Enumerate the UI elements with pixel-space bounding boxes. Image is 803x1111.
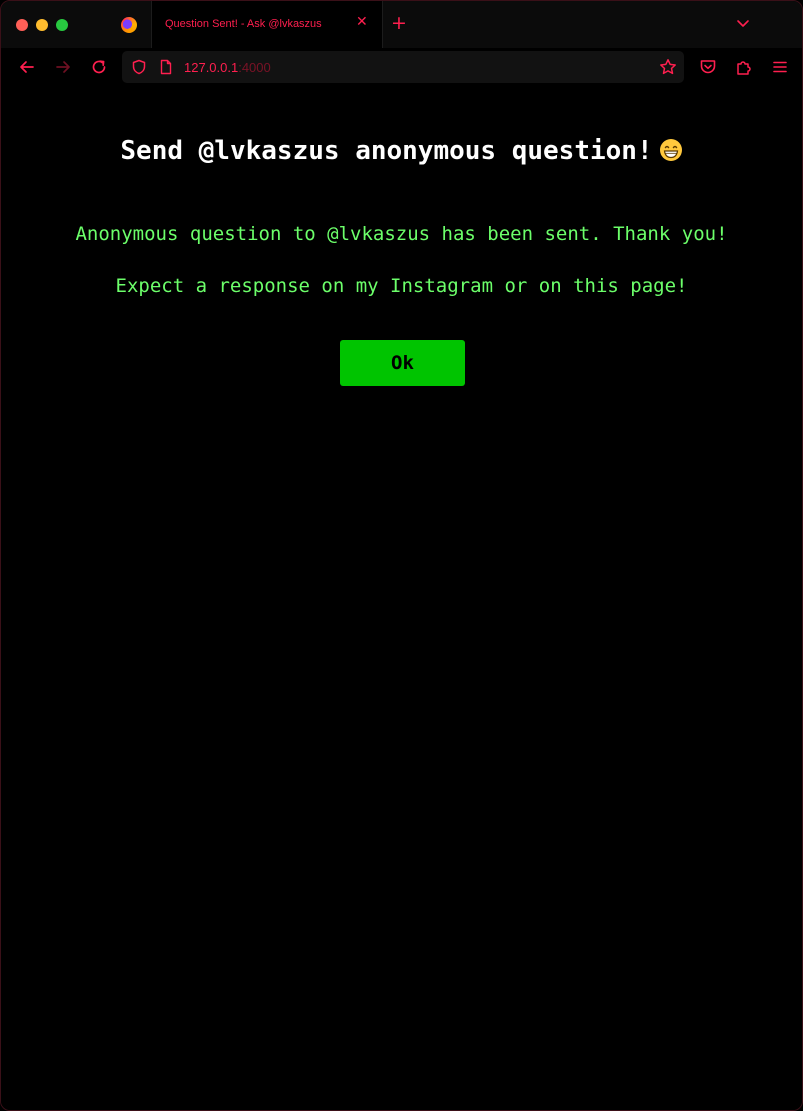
grinning-face-emoji-icon [659,139,682,161]
shield-icon[interactable] [131,59,147,75]
tab-title: Question Sent! - Ask @lvkaszus [165,18,322,30]
extensions-icon[interactable] [735,58,753,76]
window-close-button[interactable] [16,19,28,31]
firefox-icon [121,17,137,33]
tab-list-chevron-icon[interactable] [735,16,751,32]
ok-button[interactable]: Ok [340,340,465,386]
url-bar[interactable]: 127.0.0.1:4000 [122,51,684,83]
browser-window: Question Sent! - Ask @lvkaszus ✕ + 127.0 [0,0,803,1111]
tab-close-icon[interactable]: ✕ [356,15,368,29]
tab-bar: Question Sent! - Ask @lvkaszus ✕ + [1,1,802,48]
reload-icon[interactable] [90,58,108,76]
page-icon[interactable] [159,59,173,75]
back-icon[interactable] [18,58,36,76]
pocket-icon[interactable] [699,58,717,76]
url-host: 127.0.0.1 [184,60,239,75]
url-port: :4000 [238,60,271,75]
url-text[interactable]: 127.0.0.1:4000 [184,60,271,75]
response-expectation-text: Expect a response on my Instagram or on … [115,275,688,297]
navigation-toolbar: 127.0.0.1:4000 [1,48,802,88]
forward-icon[interactable] [54,58,72,76]
tab-active[interactable]: Question Sent! - Ask @lvkaszus ✕ [151,1,383,48]
bookmark-star-icon[interactable] [659,58,677,76]
menu-icon[interactable] [771,58,789,76]
page-title: Send @lvkaszus anonymous question! [120,136,653,166]
sent-confirmation-text: Anonymous question to @lvkaszus has been… [75,223,728,245]
page-content: Send @lvkaszus anonymous question! Anony… [1,88,802,1110]
new-tab-button[interactable]: + [391,13,407,33]
page-heading: Send @lvkaszus anonymous question! [1,136,802,166]
window-minimize-button[interactable] [36,19,48,31]
window-maximize-button[interactable] [56,19,68,31]
